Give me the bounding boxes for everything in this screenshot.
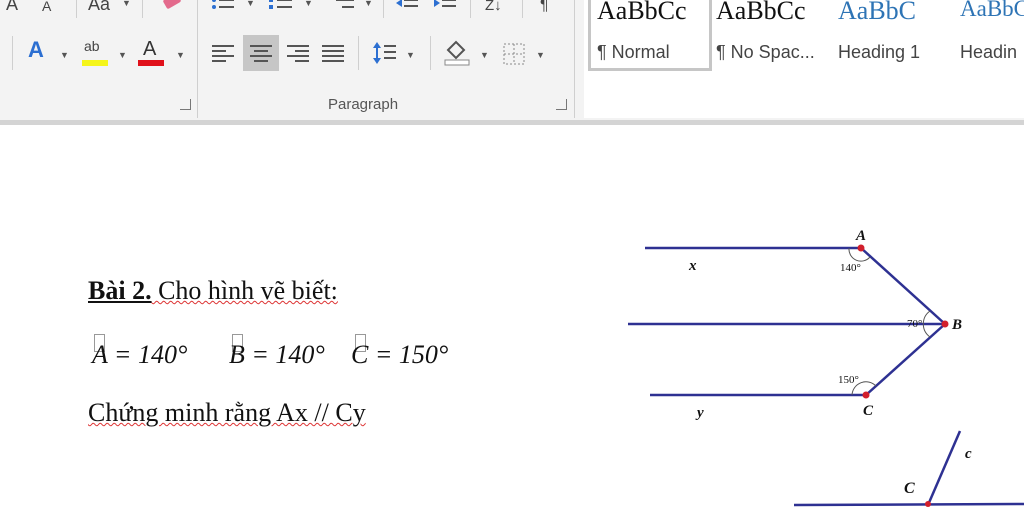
style-preview: AaBbCc xyxy=(597,0,687,25)
equation-c: C = 150° xyxy=(351,340,449,369)
separator xyxy=(522,0,523,18)
segment-ab xyxy=(860,247,946,325)
style-name: ¶ No Spac... xyxy=(716,42,815,62)
change-case-button[interactable]: Aa xyxy=(88,0,110,14)
font-color-swatch xyxy=(138,60,164,66)
point-c xyxy=(862,391,870,399)
line-c xyxy=(926,430,962,506)
chevron-down-icon[interactable]: ▼ xyxy=(122,0,131,8)
label-c-lower: c xyxy=(965,446,972,462)
font-color-label: A xyxy=(143,38,157,60)
separator xyxy=(470,0,471,18)
separator xyxy=(574,0,575,118)
style-preview: AaBbCc xyxy=(716,0,806,25)
shading-icon[interactable] xyxy=(442,38,472,68)
chevron-down-icon[interactable]: ▼ xyxy=(60,50,69,60)
grow-font-button[interactable]: A xyxy=(6,0,18,14)
numbering-icon[interactable] xyxy=(268,0,298,12)
ribbon: A A Aa ▼ A ▼ ab ▼ A ▼ ▼ ▼ ▼ Z↓ ¶ ▼ ▼ ▼ P… xyxy=(0,0,1024,120)
figure-lines xyxy=(628,246,946,397)
separator xyxy=(383,0,384,18)
align-left-button[interactable] xyxy=(208,38,238,68)
base-line xyxy=(793,502,1024,507)
exercise-number: Bài 2. xyxy=(88,276,152,305)
style-preview: AaBbC xyxy=(838,0,916,25)
separator xyxy=(76,0,77,18)
show-marks-button[interactable]: ¶ xyxy=(540,0,549,16)
geometry-figure: A B C x y 140° 70° 150° xyxy=(628,228,962,421)
styles-gallery: AaBbCc ¶ Normal AaBbCc ¶ No Spac... AaBb… xyxy=(584,0,1024,118)
font-color-icon[interactable]: A xyxy=(138,38,166,68)
separator xyxy=(197,0,198,118)
label-c: C xyxy=(863,403,874,419)
borders-icon[interactable] xyxy=(502,42,526,66)
separator xyxy=(12,36,13,70)
style-heading-1[interactable]: AaBbC Heading 1 xyxy=(832,0,950,70)
chevron-down-icon[interactable]: ▼ xyxy=(536,50,545,60)
equation-a: A = 140° xyxy=(92,340,188,369)
label-a: A xyxy=(855,228,866,244)
align-center-button[interactable] xyxy=(243,35,279,71)
style-no-spacing[interactable]: AaBbCc ¶ No Spac... xyxy=(710,0,828,70)
separator xyxy=(358,36,359,70)
highlight-color-swatch xyxy=(82,60,108,66)
exercise-title: Bài 2. Cho hình vẽ biết: xyxy=(88,276,338,306)
segment-bc xyxy=(865,323,946,396)
highlight-label: ab xyxy=(84,38,100,54)
chevron-down-icon[interactable]: ▼ xyxy=(176,50,185,60)
decrease-indent-icon[interactable] xyxy=(394,0,420,12)
justify-button[interactable] xyxy=(318,38,348,68)
shrink-font-button[interactable]: A xyxy=(42,0,51,16)
equation-b: B = 140° xyxy=(229,340,325,369)
point-c2 xyxy=(925,501,931,507)
style-heading-2[interactable]: AaBbC Headin xyxy=(954,0,1024,70)
angle-label-c: 150° xyxy=(838,374,859,386)
prove-statement: Chứng minh rằng Ax // Cy xyxy=(88,398,366,427)
highlight-icon[interactable]: ab xyxy=(82,38,110,68)
font-dialog-launcher[interactable] xyxy=(180,99,191,110)
chevron-down-icon[interactable]: ▼ xyxy=(246,0,255,8)
line-spacing-icon[interactable] xyxy=(372,40,398,66)
bullets-icon[interactable] xyxy=(210,0,240,12)
angle-label-a: 140° xyxy=(840,262,861,274)
label-y: y xyxy=(695,405,704,421)
paragraph-group-label: Paragraph xyxy=(328,96,399,113)
style-name: ¶ Normal xyxy=(597,42,670,62)
label-x: x xyxy=(688,258,697,274)
style-name: Heading 1 xyxy=(838,42,921,62)
separator xyxy=(142,0,143,18)
sort-button[interactable]: Z↓ xyxy=(485,0,502,16)
label-b: B xyxy=(951,317,962,333)
style-name: Headin xyxy=(960,42,1018,62)
increase-indent-icon[interactable] xyxy=(432,0,458,12)
paragraph-dialog-launcher[interactable] xyxy=(556,99,567,110)
angle-label-b: 70° xyxy=(907,318,922,330)
separator xyxy=(430,36,431,70)
clear-formatting-icon[interactable] xyxy=(160,0,186,22)
geometry-figure-2: C c xyxy=(793,430,1024,507)
chevron-down-icon[interactable]: ▼ xyxy=(118,50,127,60)
point-b xyxy=(941,320,949,328)
chevron-down-icon[interactable]: ▼ xyxy=(364,0,373,8)
exercise-intro: Cho hình vẽ biết: xyxy=(151,276,338,305)
chevron-down-icon[interactable]: ▼ xyxy=(304,0,313,8)
chevron-down-icon[interactable]: ▼ xyxy=(406,50,415,60)
multilevel-list-icon[interactable] xyxy=(330,0,360,12)
label-c-upper: C xyxy=(904,480,915,497)
align-right-button[interactable] xyxy=(283,38,313,68)
chevron-down-icon[interactable]: ▼ xyxy=(480,50,489,60)
point-a xyxy=(857,244,865,252)
text-effects-icon[interactable]: A xyxy=(28,39,44,61)
style-preview: AaBbC xyxy=(960,0,1024,21)
style-normal[interactable]: AaBbCc ¶ Normal xyxy=(588,0,712,71)
